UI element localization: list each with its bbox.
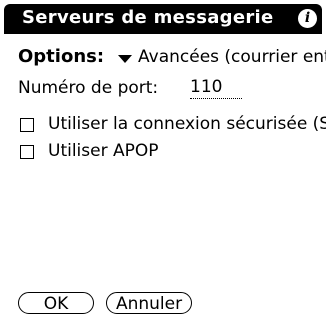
options-selected-value: Avancées (courrier ent (138, 47, 326, 67)
ok-button[interactable]: OK (18, 292, 94, 314)
options-label: Options: (18, 46, 105, 67)
triangle-down-icon (118, 55, 132, 63)
title-bar: Serveurs de messagerie i (4, 4, 322, 32)
apop-checkbox-row[interactable]: Utiliser APOP (18, 141, 326, 163)
port-label: Numéro de port: (18, 78, 159, 98)
options-popup-trigger[interactable]: Avancées (courrier ent (116, 47, 326, 69)
secure-connection-checkbox[interactable] (20, 118, 34, 132)
cancel-button[interactable]: Annuler (106, 292, 192, 314)
messaging-servers-dialog: Serveurs de messagerie i Options: Avancé… (0, 0, 326, 329)
secure-connection-checkbox-row[interactable]: Utiliser la connexion sécurisée (S (18, 114, 326, 136)
window-title: Serveurs de messagerie (22, 7, 274, 28)
port-value: 110 (190, 77, 223, 97)
title-divider (4, 32, 322, 34)
apop-label: Utiliser APOP (48, 141, 159, 161)
info-icon[interactable]: i (298, 9, 317, 28)
apop-checkbox[interactable] (20, 145, 34, 159)
secure-connection-label: Utiliser la connexion sécurisée (S (48, 114, 326, 134)
port-input[interactable]: 110 (190, 77, 242, 99)
